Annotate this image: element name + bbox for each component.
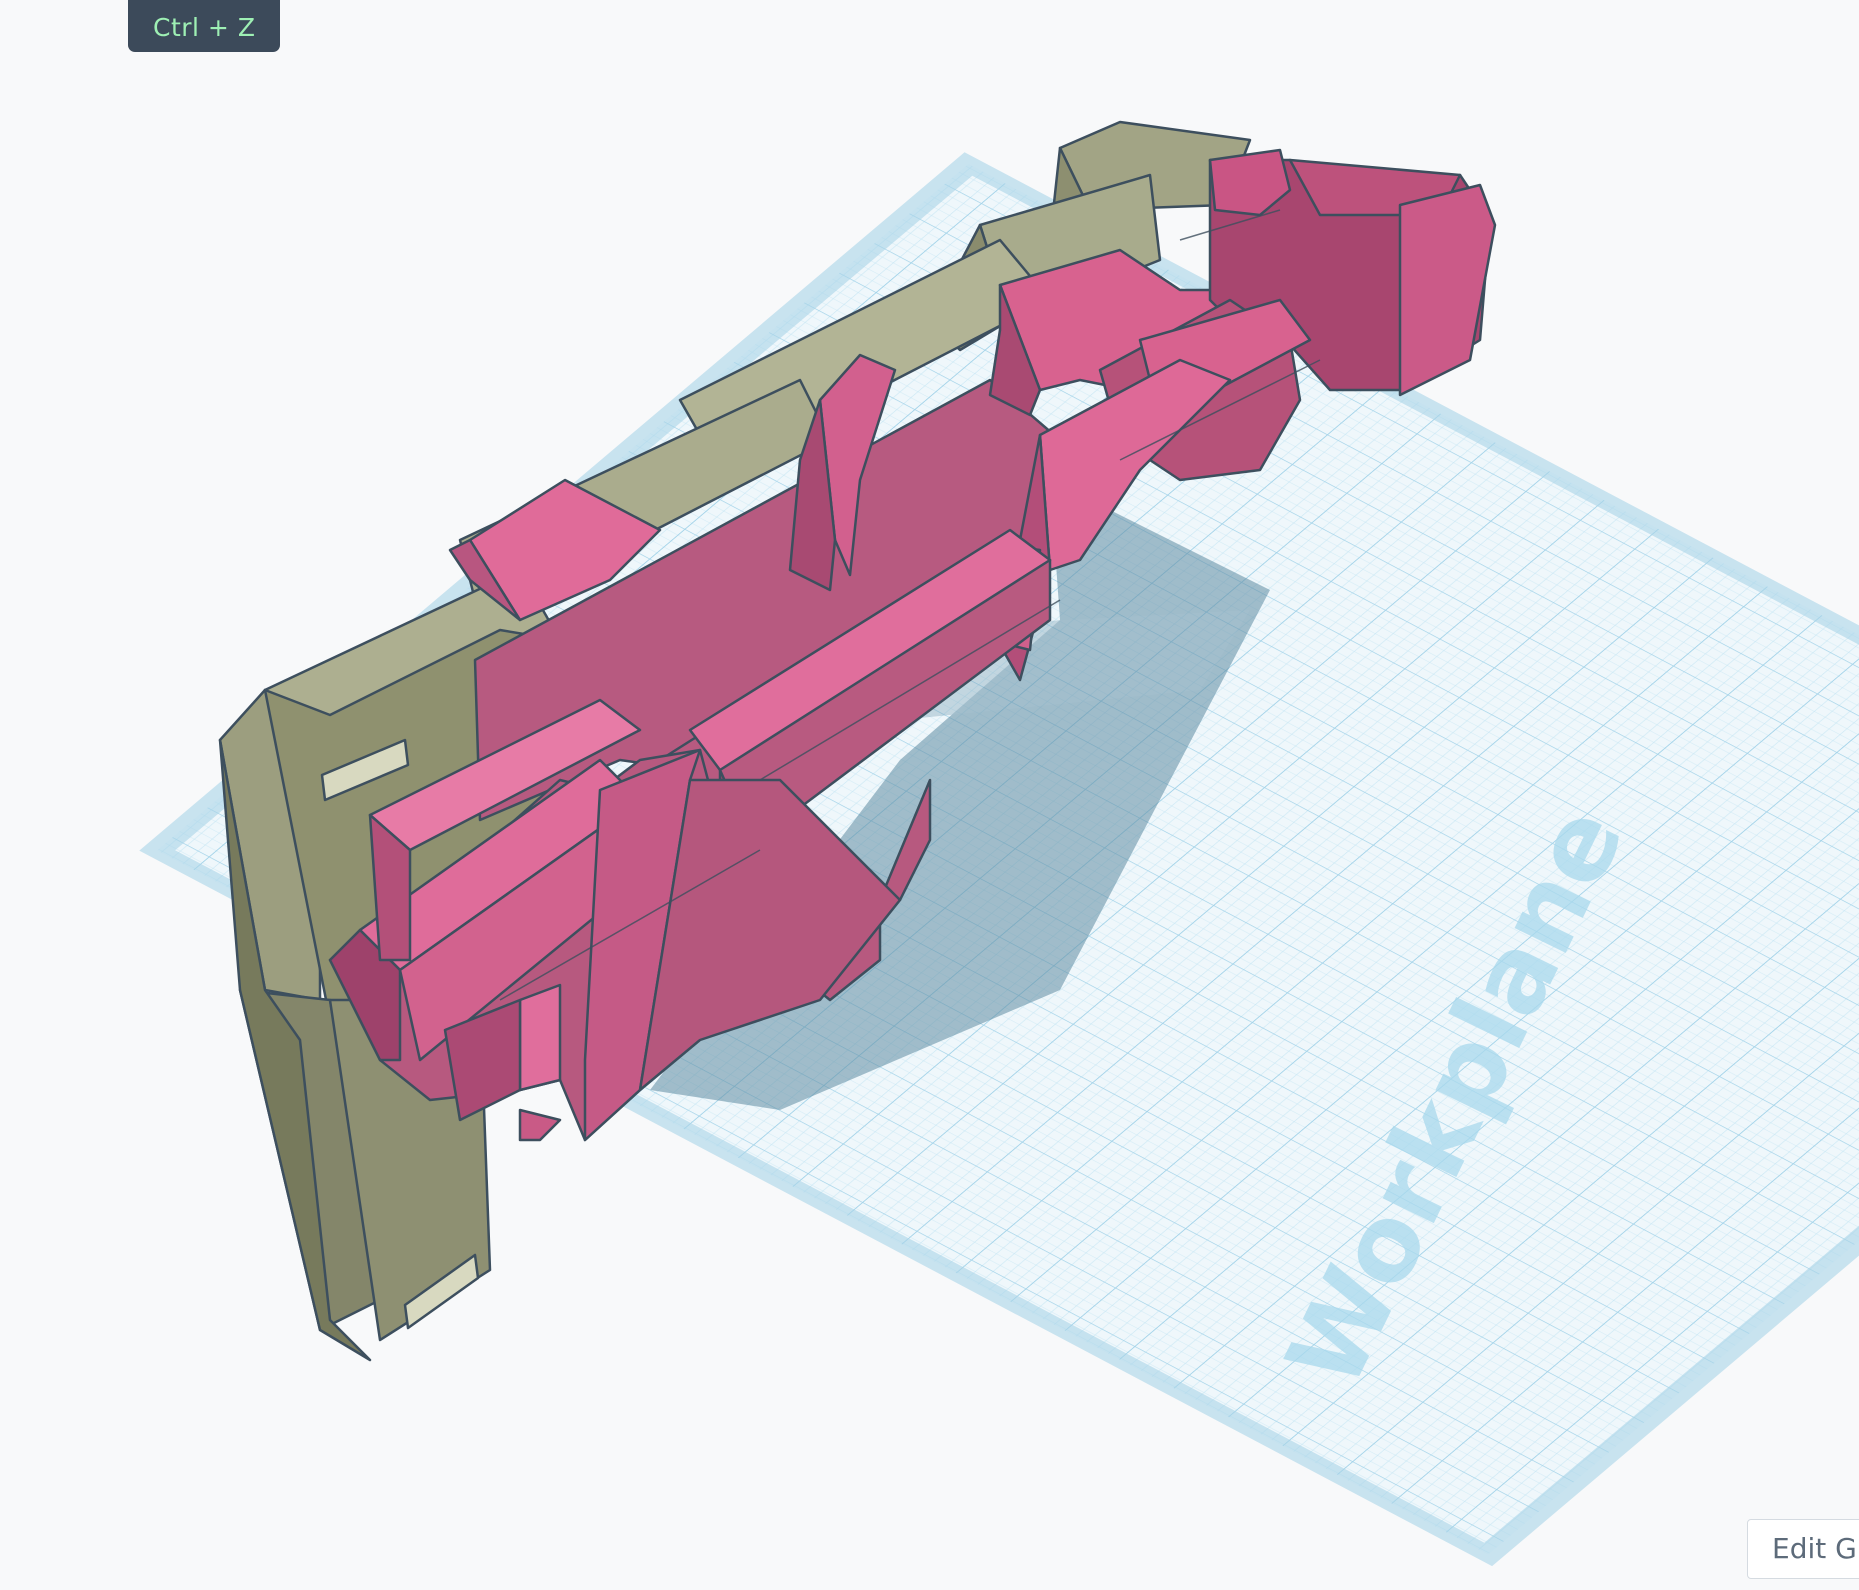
- scene-canvas[interactable]: Workplane: [0, 0, 1859, 1590]
- shortcut-hint-label: Ctrl + Z: [153, 13, 256, 42]
- edit-grid-button[interactable]: Edit Grid: [1747, 1519, 1859, 1579]
- edit-grid-label: Edit Grid: [1772, 1532, 1859, 1565]
- shortcut-hint-tooltip: Ctrl + Z: [128, 0, 281, 52]
- 3d-viewport[interactable]: Workplane Ctrl + Z Edit G: [0, 0, 1859, 1590]
